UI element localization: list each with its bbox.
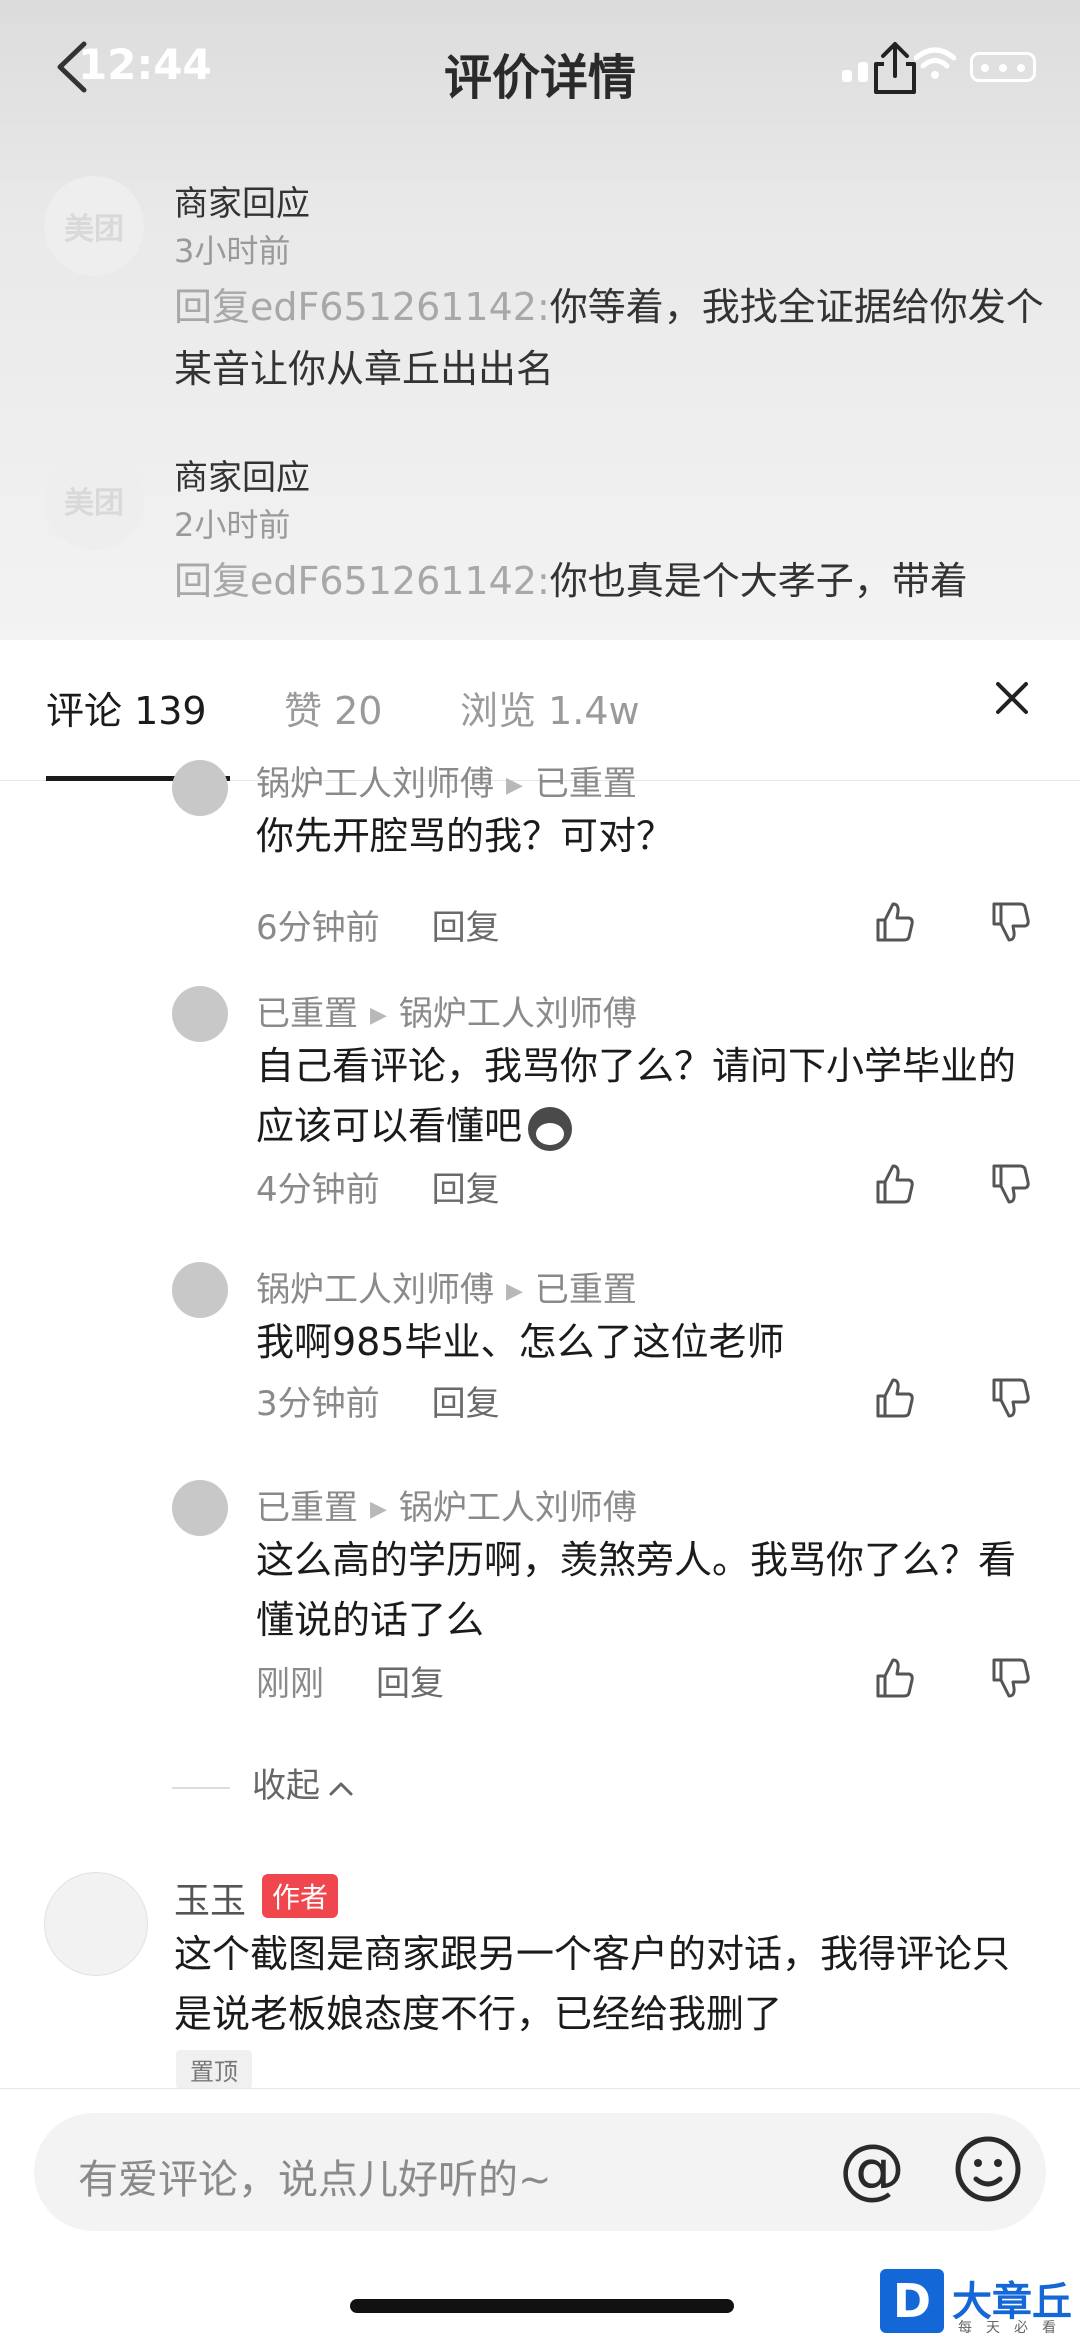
reply-button[interactable]: 回复 <box>432 908 500 948</box>
avatar[interactable] <box>44 1872 148 1976</box>
reply-time: 3分钟前 <box>256 1384 380 1424</box>
reply-meta: 6分钟前 回复 <box>256 900 500 949</box>
comment-author[interactable]: 玉玉 <box>174 1872 246 1924</box>
reply-users: 已重置 ▶ 锅炉工人刘师傅 <box>256 986 637 1035</box>
reply-arrow-icon: ▶ <box>506 773 523 798</box>
comment-input-bar: 有爱评论，说点儿好听的~ @ D 大章丘 每天必看 <box>0 2088 1080 2340</box>
comments-sheet: 评论 139 赞 20 浏览 1.4w 锅炉工人刘师傅 ▶ 已重置 你先开腔骂的我？… <box>0 650 1080 2090</box>
divider <box>172 1786 230 1789</box>
reply-users: 已重置 ▶ 锅炉工人刘师傅 <box>256 1480 637 1529</box>
mention-icon[interactable]: @ <box>830 2127 914 2211</box>
merchant-reply-time: 3小时前 <box>174 232 291 270</box>
reply-text-content: 自己看评论，我骂你了么？请问下小学毕业的应该可以看懂吧 <box>256 1044 1017 1148</box>
reply-target: 回复edF651261142: <box>174 285 550 329</box>
share-icon[interactable] <box>870 40 920 96</box>
reply-author[interactable]: 已重置 <box>256 1488 358 1528</box>
reply-arrow-icon: ▶ <box>506 1279 523 1304</box>
collapse-label: 收起 <box>252 1766 320 1806</box>
battery-icon <box>970 52 1036 82</box>
reply-button[interactable]: 回复 <box>432 1170 500 1210</box>
merchant-reply-text: 回复edF651261142:你也真是个大孝子，带着 <box>174 550 1054 612</box>
reply-text: 你先开腔骂的我？可对？ <box>256 814 675 858</box>
reply-author[interactable]: 已重置 <box>256 994 358 1034</box>
pinned-badge: 置顶 <box>176 2050 252 2089</box>
reply-meta: 刚刚 回复 <box>256 1656 444 1705</box>
wifi-icon <box>914 47 956 79</box>
comment-input[interactable]: 有爱评论，说点儿好听的~ @ <box>34 2113 1046 2231</box>
watermark-logo: D 大章丘 每天必看 <box>880 2269 1080 2337</box>
merchant-name: 商家回应 <box>174 184 310 224</box>
reply-time: 4分钟前 <box>256 1170 380 1210</box>
close-icon[interactable] <box>990 676 1034 720</box>
merchant-name: 商家回应 <box>174 458 310 498</box>
reply-time: 6分钟前 <box>256 908 380 948</box>
avatar[interactable] <box>172 986 228 1042</box>
reply-text: 自己看评论，我骂你了么？请问下小学毕业的应该可以看懂吧 <box>256 1036 1016 1156</box>
home-indicator[interactable] <box>350 2299 734 2313</box>
reply-recipient[interactable]: 锅炉工人刘师傅 <box>399 1488 637 1528</box>
avatar[interactable] <box>172 1262 228 1318</box>
comment-text: 这个截图是商家跟另一个客户的对话，我得评论只是说老板娘态度不行，已经给我删了 <box>174 1932 1011 2036</box>
reply-button[interactable]: 回复 <box>376 1664 444 1704</box>
reply-recipient[interactable]: 已重置 <box>535 764 637 804</box>
merchant-avatar: 美团 <box>44 176 144 276</box>
emoji-icon[interactable] <box>946 2127 1030 2211</box>
reply-author[interactable]: 锅炉工人刘师傅 <box>256 1270 494 1310</box>
avatar[interactable] <box>172 1480 228 1536</box>
watermark-letter: D <box>880 2269 944 2333</box>
reply-author[interactable]: 锅炉工人刘师傅 <box>256 764 494 804</box>
reply-meta: 4分钟前 回复 <box>256 1162 500 1211</box>
husky-emoji-icon <box>528 1106 573 1151</box>
reply-users: 锅炉工人刘师傅 ▶ 已重置 <box>256 756 637 805</box>
merchant-avatar: 美团 <box>44 450 144 550</box>
thumbs-down-icon[interactable] <box>988 900 1032 944</box>
merchant-reply-text: 回复edF651261142:你等着，我找全证据给你发个某音让你从章丘出出名 <box>174 276 1054 400</box>
tab-likes[interactable]: 赞 20 <box>284 680 382 735</box>
reply-text: 这么高的学历啊，羡煞旁人。我骂你了么？看懂说的话了么 <box>256 1538 1017 1642</box>
thumbs-up-icon[interactable] <box>872 1376 916 1420</box>
thumbs-up-icon[interactable] <box>872 1162 916 1206</box>
reply-button[interactable]: 回复 <box>432 1384 500 1424</box>
signal-icon <box>842 62 868 82</box>
reply-time: 刚刚 <box>256 1664 324 1704</box>
tab-comments[interactable]: 评论 139 <box>46 680 207 735</box>
thumbs-down-icon[interactable] <box>988 1656 1032 1700</box>
avatar[interactable] <box>172 760 228 816</box>
thumbs-up-icon[interactable] <box>872 900 916 944</box>
reply-target: 回复edF651261142: <box>174 559 550 603</box>
chevron-up-icon <box>328 1766 354 1806</box>
watermark-slogan: 每天必看 <box>958 2320 1070 2336</box>
thumbs-down-icon[interactable] <box>988 1376 1032 1420</box>
merchant-reply-time: 2小时前 <box>174 506 291 544</box>
author-badge: 作者 <box>262 1874 339 1918</box>
collapse-replies-button[interactable]: 收起 <box>172 1758 354 1807</box>
reply-arrow-icon: ▶ <box>370 1003 387 1028</box>
comment-input-placeholder: 有爱评论，说点儿好听的~ <box>78 2157 552 2203</box>
merchant-reply-content: 你也真是个大孝子，带着 <box>549 559 968 603</box>
thumbs-up-icon[interactable] <box>872 1656 916 1700</box>
thumbs-down-icon[interactable] <box>988 1162 1032 1206</box>
review-detail-background: 12:44 评价详情 美团 商家回应 3小时前 回复edF651261142:你… <box>0 0 1080 640</box>
reply-recipient[interactable]: 锅炉工人刘师傅 <box>399 994 637 1034</box>
reply-recipient[interactable]: 已重置 <box>535 1270 637 1310</box>
reply-users: 锅炉工人刘师傅 ▶ 已重置 <box>256 1262 637 1311</box>
tab-views[interactable]: 浏览 1.4w <box>460 680 640 735</box>
reply-meta: 3分钟前 回复 <box>256 1376 500 1425</box>
reply-arrow-icon: ▶ <box>370 1497 387 1522</box>
reply-text: 我啊985毕业、怎么了这位老师 <box>256 1320 785 1364</box>
